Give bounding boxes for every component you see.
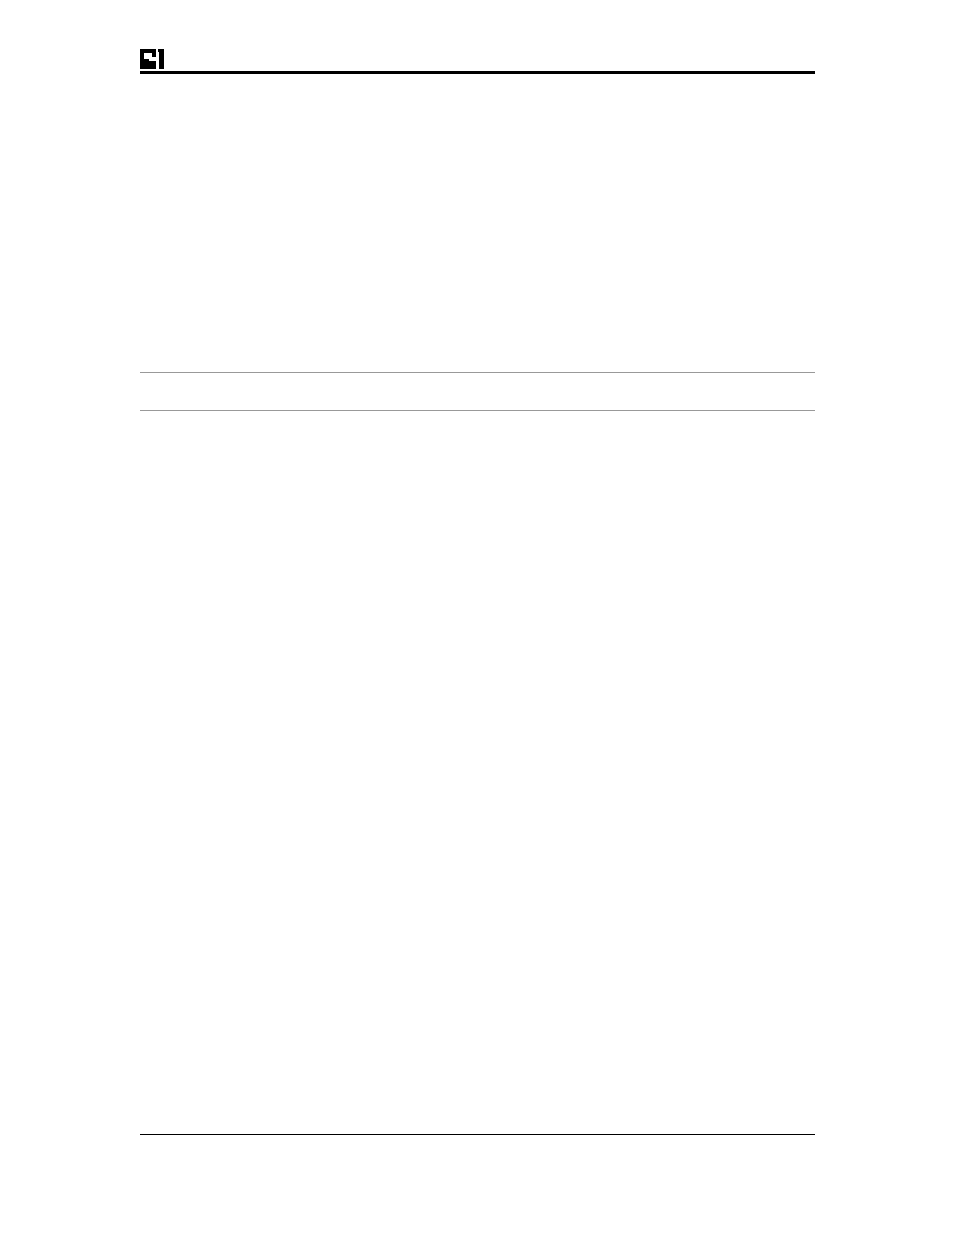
ai-logo-icon — [140, 49, 170, 69]
page-content — [140, 50, 815, 74]
footer-rule — [140, 1134, 815, 1135]
horizontal-rule-1 — [140, 372, 815, 373]
page-header — [140, 50, 815, 74]
horizontal-rule-2 — [140, 410, 815, 411]
